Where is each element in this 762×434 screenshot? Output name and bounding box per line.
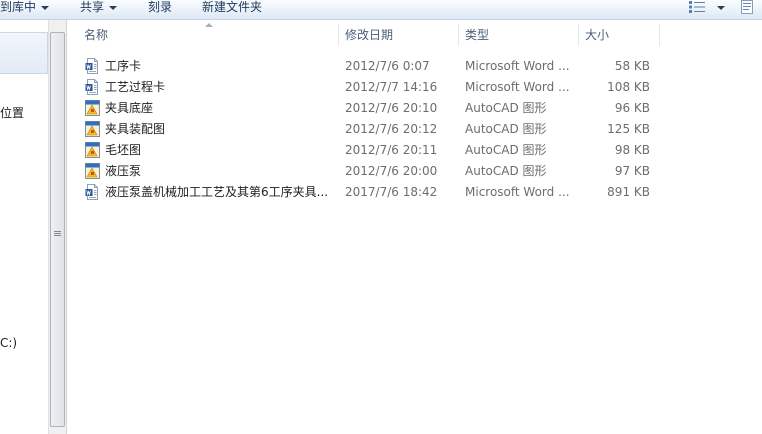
column-header-type[interactable]: 类型 — [465, 24, 489, 46]
file-row[interactable]: 液压泵盖机械加工工艺及其第6工序夹具... 2017/7/6 18:42 Micro… — [72, 182, 660, 203]
grip-line — [54, 233, 61, 234]
file-type: AutoCAD 图形 — [465, 122, 547, 136]
column-divider[interactable] — [338, 24, 339, 46]
file-name[interactable]: 工序卡 — [105, 56, 141, 77]
file-name[interactable]: 夹具装配图 — [105, 119, 165, 140]
nav-item-location[interactable]: 位置 — [0, 104, 24, 121]
grip-line — [54, 235, 61, 236]
include-in-library-button[interactable]: 到库中 — [0, 0, 50, 19]
word-doc-icon — [85, 79, 100, 95]
nav-scrollbar[interactable] — [48, 20, 67, 434]
share-label: 共享 — [80, 0, 105, 14]
file-row[interactable]: 工艺过程卡 2012/7/7 14:16 Microsoft Word ... 108… — [72, 77, 660, 98]
file-row[interactable]: 夹具装配图 2012/7/6 20:12 AutoCAD 图形 125 KB — [72, 119, 660, 140]
file-row[interactable]: 夹具底座 2012/7/6 20:10 AutoCAD 图形 96 KB — [72, 98, 660, 119]
burn-button[interactable]: 刻录 — [148, 0, 172, 19]
file-name[interactable]: 工艺过程卡 — [105, 77, 165, 98]
autocad-dwg-icon — [85, 121, 100, 137]
file-size: 97 KB — [614, 164, 650, 178]
chevron-down-icon — [41, 5, 50, 10]
file-row[interactable]: 工序卡 2012/7/6 0:07 Microsoft Word ... 58 KB — [72, 56, 660, 77]
column-divider[interactable] — [659, 24, 660, 46]
autocad-dwg-icon — [85, 142, 100, 158]
file-type: Microsoft Word ... — [465, 80, 570, 94]
file-date: 2012/7/6 0:07 — [345, 59, 430, 73]
autocad-dwg-icon — [85, 163, 100, 179]
file-name[interactable]: 液压泵 — [105, 161, 141, 182]
command-bar: 到库中 共享 刻录 新建文件夹 — [0, 0, 762, 20]
column-header-size[interactable]: 大小 — [585, 24, 609, 46]
column-header-row: 名称 修改日期 类型 大小 — [72, 24, 660, 46]
column-header-date[interactable]: 修改日期 — [345, 24, 393, 46]
file-size: 891 KB — [607, 185, 650, 199]
file-type: AutoCAD 图形 — [465, 164, 547, 178]
include-in-library-label: 到库中 — [0, 0, 37, 14]
file-date: 2012/7/6 20:00 — [345, 164, 438, 178]
autocad-dwg-icon — [85, 100, 100, 116]
file-date: 2012/7/6 20:12 — [345, 122, 438, 136]
file-date: 2017/7/6 18:42 — [345, 185, 438, 199]
help-icon[interactable] — [740, 0, 754, 14]
file-row[interactable]: 毛坯图 2012/7/6 20:11 AutoCAD 图形 98 KB — [72, 140, 660, 161]
file-name[interactable]: 液压泵盖机械加工工艺及其第6工序夹具... — [105, 182, 328, 203]
file-size: 98 KB — [614, 143, 650, 157]
navigation-pane: 位置 C:) — [0, 20, 48, 434]
new-folder-label: 新建文件夹 — [202, 0, 263, 14]
column-header-name[interactable]: 名称 — [84, 24, 108, 46]
file-row[interactable]: 液压泵 2012/7/6 20:00 AutoCAD 图形 97 KB — [72, 161, 660, 182]
word-doc-icon — [85, 184, 100, 200]
file-date: 2012/7/6 20:10 — [345, 101, 438, 115]
file-type: AutoCAD 图形 — [465, 143, 547, 157]
file-name[interactable]: 毛坯图 — [105, 140, 141, 161]
column-divider[interactable] — [458, 24, 459, 46]
chevron-down-icon — [109, 5, 118, 10]
file-type: Microsoft Word ... — [465, 185, 570, 199]
file-size: 125 KB — [607, 122, 650, 136]
file-date: 2012/7/6 20:11 — [345, 143, 438, 157]
view-dropdown-chevron-icon[interactable] — [717, 6, 725, 10]
file-size: 58 KB — [614, 59, 650, 73]
file-date: 2012/7/7 14:16 — [345, 80, 438, 94]
file-type: Microsoft Word ... — [465, 59, 570, 73]
nav-selected-item[interactable] — [0, 32, 48, 74]
share-button[interactable]: 共享 — [80, 0, 118, 19]
file-name[interactable]: 夹具底座 — [105, 98, 153, 119]
file-size: 96 KB — [614, 101, 650, 115]
scrollbar-thumb[interactable] — [50, 32, 65, 427]
column-divider[interactable] — [578, 24, 579, 46]
file-type: AutoCAD 图形 — [465, 101, 547, 115]
nav-item-drive-c[interactable]: C:) — [0, 336, 17, 350]
new-folder-button[interactable]: 新建文件夹 — [202, 0, 262, 19]
grip-line — [54, 231, 61, 232]
file-size: 108 KB — [607, 80, 650, 94]
view-options-icon[interactable] — [689, 1, 705, 13]
burn-label: 刻录 — [148, 0, 173, 14]
word-doc-icon — [85, 58, 100, 74]
